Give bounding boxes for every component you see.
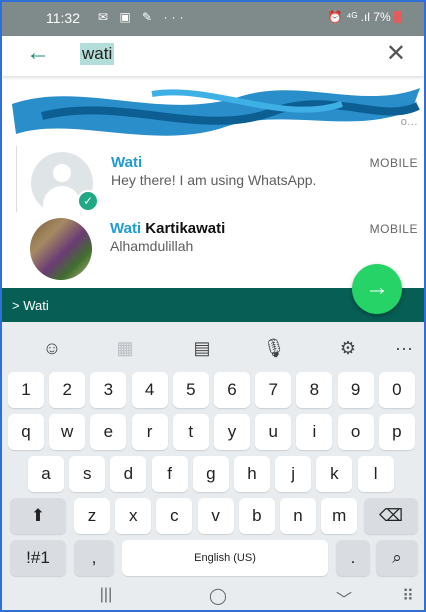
clock: 11:32 bbox=[46, 10, 80, 26]
key-5[interactable]: 5 bbox=[172, 372, 209, 408]
key-p[interactable]: p bbox=[378, 414, 415, 450]
phone-type-label: MOBILE bbox=[369, 222, 418, 236]
avatar-head-shape bbox=[53, 164, 71, 182]
space-key[interactable]: English (US) bbox=[122, 540, 328, 576]
key-h[interactable]: h bbox=[234, 456, 270, 492]
check-icon: ✓ bbox=[77, 190, 99, 212]
arrow-left-icon[interactable]: ← bbox=[26, 39, 50, 67]
key-7[interactable]: 7 bbox=[255, 372, 292, 408]
key-l[interactable]: l bbox=[357, 456, 394, 492]
search-key[interactable]: ⌕ bbox=[376, 540, 418, 576]
key-z[interactable]: z bbox=[74, 498, 110, 534]
key-6[interactable]: 6 bbox=[214, 372, 250, 408]
next-button[interactable]: → bbox=[352, 264, 402, 314]
key-i[interactable]: i bbox=[296, 414, 333, 450]
avatar-body-shape bbox=[43, 186, 81, 214]
key-a[interactable]: a bbox=[28, 456, 64, 492]
key-n[interactable]: n bbox=[280, 498, 316, 534]
name-match: Wati bbox=[110, 220, 142, 237]
backspace-key[interactable]: ⌫ bbox=[364, 498, 418, 534]
clipboard-icon[interactable]: ▤ bbox=[182, 332, 222, 364]
key-y[interactable]: y bbox=[214, 414, 250, 450]
redaction-scribble bbox=[12, 88, 420, 136]
key-3[interactable]: 3 bbox=[90, 372, 127, 408]
contact-status: Hey there! I am using WhatsApp. bbox=[111, 172, 317, 188]
more-icon[interactable]: ··· bbox=[384, 332, 424, 364]
key-d[interactable]: d bbox=[110, 456, 147, 492]
key-e[interactable]: e bbox=[90, 414, 127, 450]
key-s[interactable]: s bbox=[69, 456, 106, 492]
key-v[interactable]: v bbox=[197, 498, 234, 534]
shift-key[interactable]: ⬆ bbox=[10, 498, 66, 534]
symbols-key[interactable]: !#1 bbox=[10, 540, 66, 576]
contact-name: Wati Kartikawati bbox=[110, 220, 225, 237]
keyboard-switch-icon[interactable]: ⠿ bbox=[388, 586, 424, 606]
contact-name: Wati bbox=[111, 154, 142, 171]
emoji-icon[interactable]: ☺ bbox=[32, 332, 72, 364]
search-input[interactable]: wati bbox=[80, 43, 115, 65]
key-t[interactable]: t bbox=[172, 414, 209, 450]
name-match: Wati bbox=[111, 154, 143, 171]
system-nav-bar: ||| ◯ ﹀ ⠿ bbox=[2, 580, 424, 610]
key-u[interactable]: u bbox=[255, 414, 292, 450]
signal-battery-text: ⏰ ⁴ᴳ .ıl 7% bbox=[327, 10, 391, 24]
settings-icon[interactable]: ⚙ bbox=[328, 332, 368, 364]
close-icon[interactable]: ✕ bbox=[386, 39, 406, 68]
key-w[interactable]: w bbox=[49, 414, 86, 450]
key-r[interactable]: r bbox=[131, 414, 168, 450]
key-9[interactable]: 9 bbox=[337, 372, 374, 408]
key-j[interactable]: j bbox=[275, 456, 312, 492]
recent-apps-icon[interactable]: ||| bbox=[86, 586, 126, 604]
comma-key[interactable]: , bbox=[74, 540, 114, 576]
key-m[interactable]: m bbox=[321, 498, 358, 534]
keyboard-toolbar: ☺ ▦ ▤ 🎙 ⚙ ··· bbox=[2, 328, 424, 370]
back-icon[interactable]: ﹀ bbox=[324, 586, 364, 610]
key-c[interactable]: c bbox=[156, 498, 193, 534]
notification-icons: ✉ ▣ ✎ ··· bbox=[98, 10, 188, 24]
key-k[interactable]: k bbox=[316, 456, 353, 492]
list-item-contact[interactable]: ✓ Wati Hey there! I am using WhatsApp. M… bbox=[16, 146, 424, 214]
key-0[interactable]: 0 bbox=[378, 372, 415, 408]
microphone-icon[interactable]: 🎙 bbox=[254, 332, 294, 364]
phone-screen: 11:32 ✉ ▣ ✎ ··· ⏰ ⁴ᴳ .ıl 7% ← wati ✕ ILE… bbox=[0, 0, 426, 612]
keyboard: ☺ ▦ ▤ 🎙 ⚙ ··· 1234567890 qwertyuiop asdfgh… bbox=[2, 322, 424, 610]
arrow-right-icon: → bbox=[365, 274, 389, 301]
sticker-icon[interactable]: ▦ bbox=[105, 332, 145, 364]
key-o[interactable]: o bbox=[337, 414, 374, 450]
avatar-photo bbox=[30, 218, 92, 280]
key-b[interactable]: b bbox=[238, 498, 275, 534]
key-q[interactable]: q bbox=[8, 414, 44, 450]
key-x[interactable]: x bbox=[115, 498, 152, 534]
phone-type-label: MOBILE bbox=[369, 156, 418, 170]
status-bar: 11:32 ✉ ▣ ✎ ··· ⏰ ⁴ᴳ .ıl 7% bbox=[2, 2, 424, 36]
name-rest: Kartikawati bbox=[141, 220, 226, 237]
key-f[interactable]: f bbox=[151, 456, 188, 492]
search-results: ILE o... ✓ Wati Hey there! I am using Wh… bbox=[2, 76, 424, 288]
key-1[interactable]: 1 bbox=[8, 372, 44, 408]
selected-contacts-text: > Wati bbox=[12, 298, 49, 313]
system-indicators: ⏰ ⁴ᴳ .ıl 7% bbox=[328, 10, 402, 24]
key-2[interactable]: 2 bbox=[49, 372, 86, 408]
search-bar: ← wati ✕ bbox=[2, 36, 424, 76]
period-key[interactable]: . bbox=[336, 540, 370, 576]
key-8[interactable]: 8 bbox=[296, 372, 333, 408]
home-icon[interactable]: ◯ bbox=[198, 586, 238, 606]
key-g[interactable]: g bbox=[192, 456, 229, 492]
battery-icon bbox=[394, 11, 402, 23]
key-4[interactable]: 4 bbox=[131, 372, 168, 408]
contact-status: Alhamdulillah bbox=[110, 238, 194, 254]
